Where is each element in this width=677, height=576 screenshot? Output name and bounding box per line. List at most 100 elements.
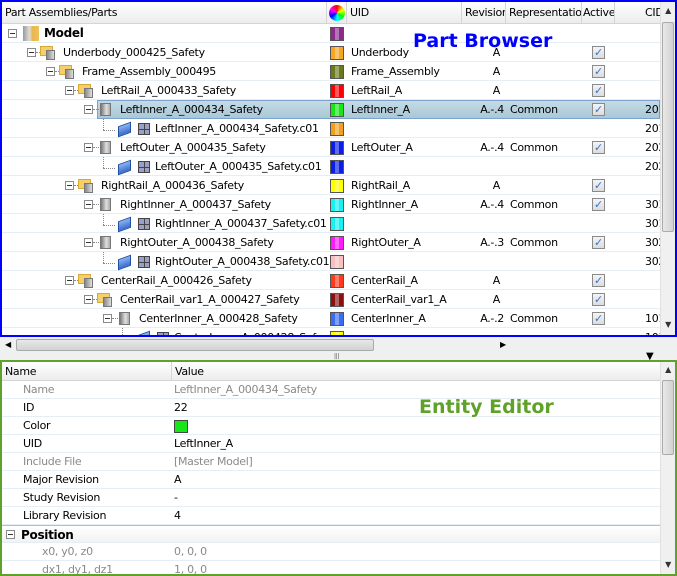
property-value[interactable]: 1, 0, 0 xyxy=(174,561,207,574)
collapse-toggle-icon[interactable] xyxy=(65,181,74,190)
tree-row[interactable]: RightRail_A_000436_Safety RightRail_A A ✓ xyxy=(2,176,660,195)
scroll-up-icon[interactable]: ▲ xyxy=(661,6,675,15)
property-row[interactable]: x0, y0, z0 0, 0, 0 xyxy=(2,543,660,561)
collapse-toggle-icon[interactable] xyxy=(65,86,74,95)
tree-row[interactable]: Underbody_000425_Safety Underbody A ✓ xyxy=(2,43,660,62)
active-checkbox[interactable]: ✓ xyxy=(592,65,605,78)
active-checkbox[interactable]: ✓ xyxy=(592,198,605,211)
horizontal-scrollbar-thumb[interactable] xyxy=(16,339,374,351)
scroll-right-icon[interactable]: ▶ xyxy=(500,340,506,349)
property-row[interactable]: ID 22 xyxy=(2,399,660,417)
color-swatch[interactable] xyxy=(330,27,344,41)
property-row[interactable]: Major Revision A xyxy=(2,471,660,489)
collapse-toggle-icon[interactable] xyxy=(8,29,17,38)
tree-row[interactable]: LeftOuter_A_000435_Safety LeftOuter_A A.-.… xyxy=(2,138,665,157)
collapse-toggle-icon[interactable] xyxy=(84,238,93,247)
color-swatch[interactable] xyxy=(330,312,344,326)
scrollbar-thumb[interactable] xyxy=(662,380,674,455)
property-row[interactable]: Include File [Master Model] xyxy=(2,453,660,471)
column-header-representation[interactable]: Representation xyxy=(506,2,582,24)
scroll-left-icon[interactable]: ◀ xyxy=(5,340,11,349)
entity-editor-scrollbar[interactable]: ▲ ▼ xyxy=(660,362,675,574)
active-checkbox[interactable]: ✓ xyxy=(592,179,605,192)
color-swatch[interactable] xyxy=(330,103,344,117)
collapse-toggle-icon[interactable] xyxy=(84,143,93,152)
scrollbar-thumb[interactable] xyxy=(662,22,674,232)
active-checkbox[interactable]: ✓ xyxy=(592,103,605,116)
collapse-toggle-icon[interactable] xyxy=(84,200,93,209)
collapse-toggle-icon[interactable] xyxy=(103,314,112,323)
active-checkbox[interactable]: ✓ xyxy=(592,274,605,287)
color-swatch[interactable] xyxy=(330,293,344,307)
color-swatch[interactable] xyxy=(330,255,344,269)
column-header-value[interactable]: Value xyxy=(172,362,660,381)
tree-row[interactable]: CenterRail_var1_A_000427_Safety CenterRai… xyxy=(2,290,660,309)
tree-row[interactable]: LeftInner_A_000434_Safety.c01 201 xyxy=(2,119,665,138)
property-value[interactable]: [Master Model] xyxy=(174,453,253,471)
property-row[interactable]: Name LeftInner_A_000434_Safety xyxy=(2,381,660,399)
tree-row[interactable]: RightOuter_A_000438_Safety.c01 302 xyxy=(2,252,665,271)
column-header-revision[interactable]: Revision xyxy=(462,2,506,24)
column-header-color[interactable] xyxy=(327,2,347,24)
column-header-uid[interactable]: UID xyxy=(347,2,462,24)
tree-row[interactable]: CenterInner_A_000428_Saf101 xyxy=(2,328,665,335)
tree-row[interactable]: Frame_Assembly_000495 Frame_Assembly A ✓ xyxy=(2,62,660,81)
collapse-toggle-icon[interactable] xyxy=(27,48,36,57)
property-row[interactable]: UID LeftInner_A xyxy=(2,435,660,453)
property-row[interactable]: Library Revision 4 xyxy=(2,507,660,525)
column-header-tree[interactable]: Part Assemblies/Parts xyxy=(2,2,327,24)
property-row[interactable]: Color xyxy=(2,417,660,435)
column-header-cid[interactable]: CID xyxy=(615,2,662,24)
property-value[interactable]: LeftInner_A xyxy=(174,435,233,453)
tree-row[interactable]: LeftInner_A_000434_Safety LeftInner_A A.-.… xyxy=(2,100,665,119)
collapse-toggle-icon[interactable] xyxy=(65,276,74,285)
active-checkbox[interactable]: ✓ xyxy=(592,312,605,325)
vertical-scrollbar[interactable]: ▲ ▼ xyxy=(660,2,675,335)
group-header-position[interactable]: Position xyxy=(2,525,660,543)
color-swatch[interactable] xyxy=(330,236,344,250)
active-checkbox[interactable]: ✓ xyxy=(592,236,605,249)
color-swatch[interactable] xyxy=(330,217,344,231)
active-checkbox[interactable]: ✓ xyxy=(592,46,605,59)
property-value[interactable]: 0, 0, 0 xyxy=(174,543,207,561)
tree-row[interactable]: LeftOuter_A_000435_Safety.c01 202 xyxy=(2,157,665,176)
property-value[interactable]: - xyxy=(174,489,178,507)
color-swatch[interactable] xyxy=(330,198,344,212)
collapse-toggle-icon[interactable] xyxy=(6,530,15,539)
color-swatch[interactable] xyxy=(330,122,344,136)
active-checkbox[interactable]: ✓ xyxy=(592,141,605,154)
active-checkbox[interactable]: ✓ xyxy=(592,84,605,97)
property-value[interactable]: LeftInner_A_000434_Safety xyxy=(174,381,317,399)
color-swatch[interactable] xyxy=(330,274,344,288)
property-value[interactable]: A xyxy=(174,471,182,489)
scroll-up-icon[interactable]: ▲ xyxy=(661,365,675,374)
color-swatch[interactable] xyxy=(330,160,344,174)
property-value[interactable]: 22 xyxy=(174,399,188,417)
collapse-toggle-icon[interactable] xyxy=(84,295,93,304)
property-value[interactable]: 4 xyxy=(174,507,181,525)
color-swatch[interactable] xyxy=(330,179,344,193)
collapse-toggle-icon[interactable] xyxy=(84,105,93,114)
color-swatch[interactable] xyxy=(330,65,344,79)
tree-row[interactable]: RightInner_A_000437_Safety RightInner_A A.… xyxy=(2,195,665,214)
tree-row[interactable]: CenterRail_A_000426_Safety CenterRail_A A ✓ xyxy=(2,271,660,290)
color-swatch[interactable] xyxy=(330,141,344,155)
tree-row[interactable]: RightInner_A_000437_Safety.c01 301 xyxy=(2,214,665,233)
collapse-toggle-icon[interactable] xyxy=(46,67,55,76)
assembly-folder-icon xyxy=(59,64,75,79)
column-header-active[interactable]: Active xyxy=(582,2,615,24)
tree-row[interactable]: CenterInner_A_000428_Safety CenterInner_A… xyxy=(2,309,665,328)
scroll-down-icon[interactable]: ▼ xyxy=(661,560,675,569)
horizontal-scrollbar[interactable]: ◀ ▶ xyxy=(0,337,677,353)
property-row[interactable]: dx1, dy1, dz1 1, 0, 0 xyxy=(2,561,660,574)
color-swatch[interactable] xyxy=(174,420,188,433)
property-row[interactable]: Study Revision - xyxy=(2,489,660,507)
active-checkbox[interactable]: ✓ xyxy=(592,293,605,306)
scroll-down-icon[interactable]: ▼ xyxy=(661,320,675,329)
color-swatch[interactable] xyxy=(330,46,344,60)
tree-row[interactable]: RightOuter_A_000438_Safety RightOuter_A A.… xyxy=(2,233,665,252)
tree-row[interactable]: Model xyxy=(2,24,660,43)
tree-row[interactable]: LeftRail_A_000433_Safety LeftRail_A A ✓ xyxy=(2,81,660,100)
color-swatch[interactable] xyxy=(330,84,344,98)
column-header-name[interactable]: Name xyxy=(2,362,172,381)
